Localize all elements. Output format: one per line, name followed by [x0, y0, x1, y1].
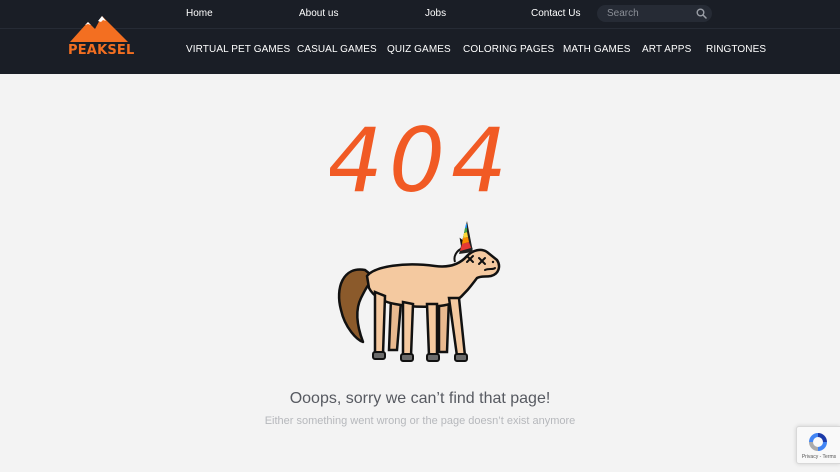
search-box [597, 5, 712, 22]
top-link-home[interactable]: Home [186, 8, 213, 19]
search-icon[interactable] [696, 8, 707, 19]
nav-art-apps[interactable]: ART APPS [642, 44, 691, 55]
mountain-logo-icon [70, 16, 128, 42]
error-code: 404 [330, 115, 510, 205]
error-code-text: 404 [330, 115, 510, 205]
site-header: PEAKSEL Home About us Jobs Contact Us VI… [0, 0, 840, 74]
dead-unicorn-illustration [337, 221, 501, 362]
nav-ringtones[interactable]: RINGTONES [706, 44, 766, 55]
nav-coloring-pages[interactable]: COLORING PAGES [463, 44, 554, 55]
nav-math-games[interactable]: MATH GAMES [563, 44, 630, 55]
nav-virtual-pet-games[interactable]: VIRTUAL PET GAMES [186, 44, 290, 55]
top-link-contact-us[interactable]: Contact Us [531, 8, 580, 19]
top-link-about-us[interactable]: About us [299, 8, 338, 19]
recaptcha-icon [809, 433, 827, 451]
site-logo[interactable]: PEAKSEL [68, 14, 135, 60]
error-message: Ooops, sorry we can’t find that page! [289, 390, 551, 407]
error-submessage: Either something went wrong or the page … [264, 415, 576, 427]
recaptcha-badge[interactable]: Privacy - Terms [796, 426, 840, 464]
logo-text: PEAKSEL [68, 43, 135, 58]
nav-casual-games[interactable]: CASUAL GAMES [297, 44, 377, 55]
top-link-jobs[interactable]: Jobs [425, 8, 446, 19]
search-input[interactable] [607, 6, 691, 21]
nav-quiz-games[interactable]: QUIZ GAMES [387, 44, 451, 55]
recaptcha-footer[interactable]: Privacy - Terms [799, 454, 839, 460]
